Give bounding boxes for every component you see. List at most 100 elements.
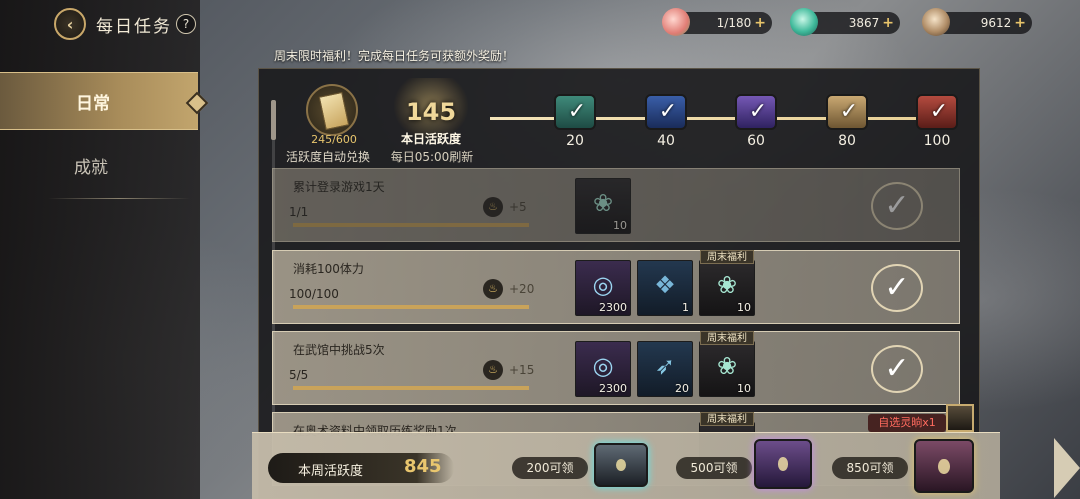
completed-check-icon: ✓ xyxy=(871,182,923,230)
task-progress-bar xyxy=(293,386,529,390)
weekly-activity-value: 845 xyxy=(404,456,442,477)
add-jade-button[interactable]: + xyxy=(882,15,894,31)
task-progress: 1/1 xyxy=(289,205,309,219)
card-exchange-icon[interactable] xyxy=(306,84,358,136)
check-icon: ✓ xyxy=(658,99,678,124)
select-reward-avatar[interactable] xyxy=(946,404,974,432)
task-row: 在武馆中挑战5次 5/5 ♨ +15 ◎ 2300 ➶ 20 周末福利 ❀ 10… xyxy=(272,331,960,405)
card-exchange-count: 245/600 xyxy=(311,133,357,146)
task-points: +5 xyxy=(509,200,527,214)
lotus-icon: ❀ xyxy=(716,352,738,380)
reward-qty: 2300 xyxy=(599,382,627,395)
task-progress: 100/100 xyxy=(289,287,339,301)
activity-chest-20[interactable]: ✓ xyxy=(554,94,596,130)
task-points: +20 xyxy=(509,282,535,296)
add-coin-button[interactable]: + xyxy=(1014,15,1026,31)
weekly-activity-title: 本周活跃度 xyxy=(298,464,364,479)
select-reward-label: 自选灵晌x1 xyxy=(868,414,946,432)
check-icon: ✓ xyxy=(839,99,859,124)
resource-coin-value: 9612 xyxy=(980,16,1012,30)
reward-item[interactable]: ◎ 2300 xyxy=(575,341,631,397)
task-title: 在武馆中挑战5次 xyxy=(293,343,385,357)
task-progress: 5/5 xyxy=(289,368,309,382)
weekly-milestone-200: 200可领 xyxy=(512,457,588,479)
weekly-activity-bar: 本周活跃度 845 200可领 500可领 850可领 xyxy=(252,432,1000,499)
reward-qty: 1 xyxy=(682,301,689,314)
task-progress-bar xyxy=(293,305,529,309)
activity-chest-80[interactable]: ✓ xyxy=(826,94,868,130)
daily-activity-value: 145 xyxy=(405,98,457,126)
reward-qty: 10 xyxy=(737,382,751,395)
sidebar: ‹ 每日任务 ? 日常 成就 xyxy=(0,0,200,499)
jade-icon xyxy=(790,8,818,36)
reward-qty: 2300 xyxy=(599,301,627,314)
reward-qty: 10 xyxy=(737,301,751,314)
sidebar-item-achievement[interactable]: 成就 xyxy=(0,140,198,190)
weekly-chest-850[interactable] xyxy=(914,439,974,493)
activity-chest-100[interactable]: ✓ xyxy=(916,94,958,130)
weekly-activity-label: 本周活跃度 845 xyxy=(268,453,454,483)
resource-stamina[interactable]: 1/180 + xyxy=(662,8,772,36)
coin-bundle-icon: ◎ xyxy=(592,352,614,380)
task-row: 累计登录游戏1天 1/1 ♨ +5 ❀ 10 ✓ xyxy=(272,168,960,242)
weekly-milestone-850: 850可领 xyxy=(832,457,908,479)
reward-qty: 20 xyxy=(675,382,689,395)
card-exchange-label: 活跃度自动兑换 xyxy=(286,150,371,164)
resource-stamina-value: 1/180 xyxy=(716,16,752,30)
resource-jade-value: 3867 xyxy=(848,16,880,30)
flame-icon: ♨ xyxy=(483,279,503,299)
completed-check-icon: ✓ xyxy=(871,264,923,312)
activity-chest-80-label: 80 xyxy=(838,133,856,149)
add-stamina-button[interactable]: + xyxy=(754,15,766,31)
back-button[interactable]: ‹ xyxy=(54,8,86,40)
task-points: +15 xyxy=(509,363,535,377)
daily-activity-title: 本日活跃度 xyxy=(400,132,461,146)
weekend-banner: 周末限时福利！完成每日任务可获额外奖励！ xyxy=(274,49,515,63)
activity-chest-40[interactable]: ✓ xyxy=(645,94,687,130)
reward-item[interactable]: ❀ 10 xyxy=(575,178,631,234)
reward-item[interactable]: ➶ 20 xyxy=(637,341,693,397)
flame-icon: ♨ xyxy=(483,360,503,380)
task-progress-bar xyxy=(293,223,529,227)
activity-chest-40-label: 40 xyxy=(657,133,675,149)
help-button[interactable]: ? xyxy=(176,14,196,34)
coin-icon xyxy=(922,8,950,36)
task-title: 累计登录游戏1天 xyxy=(293,180,385,194)
weekly-milestone-500: 500可领 xyxy=(676,457,752,479)
activity-chest-60-label: 60 xyxy=(747,133,765,149)
reward-item[interactable]: ❖ 1 xyxy=(637,260,693,316)
weekly-chest-200[interactable] xyxy=(594,443,648,487)
feather-icon: ➶ xyxy=(654,352,676,380)
weekly-chest-500[interactable] xyxy=(754,439,812,489)
weekend-bonus-tag: 周末福利 xyxy=(700,412,754,426)
sidebar-item-daily[interactable]: 日常 xyxy=(0,72,198,130)
weekend-bonus-tag: 周末福利 xyxy=(700,331,754,345)
reward-item[interactable]: ◎ 2300 xyxy=(575,260,631,316)
reward-item[interactable]: 周末福利 ❀ 10 xyxy=(699,250,755,316)
task-row: 消耗100体力 100/100 ♨ +20 ◎ 2300 ❖ 1 周末福利 ❀ … xyxy=(272,250,960,324)
activity-chest-60[interactable]: ✓ xyxy=(735,94,777,130)
task-title: 消耗100体力 xyxy=(293,262,364,276)
check-icon: ✓ xyxy=(567,99,587,124)
activity-chest-100-label: 100 xyxy=(923,133,951,149)
weekend-bonus-tag: 周末福利 xyxy=(700,250,754,264)
daily-reset-time: 每日05:00刷新 xyxy=(390,150,474,164)
scrollbar-thumb[interactable] xyxy=(271,100,276,140)
flame-icon: ♨ xyxy=(483,197,503,217)
lotus-icon: ❀ xyxy=(592,189,614,217)
check-icon: ✓ xyxy=(748,99,768,124)
reward-qty: 10 xyxy=(613,219,627,232)
completed-check-icon: ✓ xyxy=(871,345,923,393)
crystal-icon: ❖ xyxy=(654,271,676,299)
reward-item[interactable]: 周末福利 ❀ 10 xyxy=(699,331,755,397)
coin-bundle-icon: ◎ xyxy=(592,271,614,299)
sidebar-divider xyxy=(48,198,190,199)
decorative-corner xyxy=(1054,438,1080,498)
check-icon: ✓ xyxy=(929,99,949,124)
activity-chest-20-label: 20 xyxy=(566,133,584,149)
resource-coin[interactable]: 9612 + xyxy=(922,8,1032,36)
lotus-icon: ❀ xyxy=(716,271,738,299)
page-title: 每日任务 xyxy=(96,17,172,37)
back-arrow-icon: ‹ xyxy=(66,14,74,34)
resource-jade[interactable]: 3867 + xyxy=(790,8,900,36)
